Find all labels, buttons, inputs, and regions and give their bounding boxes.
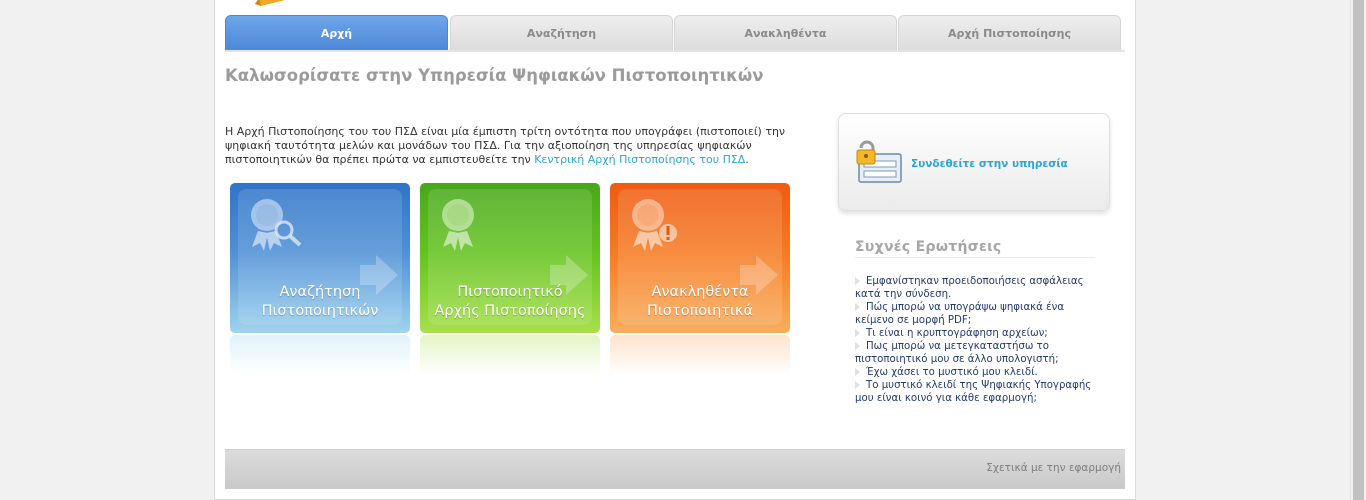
revoked-certificates-tile[interactable]: Ανακληθέντα Πιστοποιητικά	[610, 183, 790, 375]
faq-item-line-1: Εμφανίστηκαν προειδοποιήσεις ασφάλειας	[866, 276, 1084, 287]
tile-reflection	[610, 335, 790, 375]
tile-label-line-2: Αρχής Πιστοποίησης	[434, 303, 586, 319]
scrollbar-thumb[interactable]	[1353, 0, 1364, 500]
tile-reflection	[420, 335, 600, 375]
logo-icon	[255, 0, 285, 6]
tile-label: Πιστοποιητικό Αρχής Πιστοποίησης	[420, 283, 600, 321]
tile-label-line-1: Αναζήτηση	[279, 284, 361, 300]
tab-certification-authority[interactable]: Αρχή Πιστοποίησης	[898, 15, 1121, 51]
bullet-arrow-icon	[855, 368, 860, 376]
faq-divider	[855, 257, 1095, 258]
faq-item-line-2: μου είναι κοινό για κάθε εφαρμογή;	[855, 393, 1037, 404]
lock-form-icon	[856, 140, 902, 183]
faq-item[interactable]: Το μυστικό κλειδί της Ψηφιακής Υπογραφής…	[855, 379, 1099, 405]
faq-item[interactable]: Πώς μπορώ να υπογράψω ψηφιακά ένα κείμενο…	[855, 301, 1099, 327]
intro-end: .	[745, 153, 749, 166]
tab-divider	[225, 50, 1125, 52]
search-certificates-tile[interactable]: Αναζήτηση Πιστοποιητικών	[230, 183, 410, 375]
faq-title: Συχνές Ερωτήσεις	[855, 239, 1002, 255]
page-title: Καλωσορίσατε στην Υπηρεσία Ψηφιακών Πιστ…	[225, 66, 764, 85]
faq-item-line-2: κείμενο σε μορφή PDF;	[855, 315, 972, 326]
bullet-arrow-icon	[855, 342, 860, 350]
bullet-arrow-icon	[855, 303, 860, 311]
faq-item[interactable]: Τι είναι η κρυπτογράφηση αρχείων;	[855, 327, 1099, 340]
faq-item-line-1: Πως μπορώ να μετεγκαταστήσω το	[866, 341, 1050, 352]
tile-label-line-1: Πιστοποιητικό	[457, 284, 563, 300]
faq-item-line-1: Τι είναι η κρυπτογράφηση αρχείων;	[866, 328, 1048, 339]
ca-certificate-tile[interactable]: Πιστοποιητικό Αρχής Πιστοποίησης	[420, 183, 600, 375]
tile-reflection	[230, 335, 410, 375]
bullet-arrow-icon	[855, 329, 860, 337]
tile-label: Αναζήτηση Πιστοποιητικών	[230, 283, 410, 321]
intro-paragraph: Η Αρχή Πιστοποίησης του του ΠΣΔ είναι μί…	[225, 125, 825, 167]
scrollbar[interactable]	[1350, 0, 1366, 500]
bullet-arrow-icon	[855, 381, 860, 389]
faq-item[interactable]: Έχω χάσει το μυστικό μου κλειδί.	[855, 366, 1099, 379]
faq-item-line-1: Έχω χάσει το μυστικό μου κλειδί.	[866, 367, 1038, 378]
tile-label-line-1: Ανακληθέντα	[651, 284, 749, 300]
tile-label-line-2: Πιστοποιητικών	[261, 303, 379, 319]
tab-home[interactable]: Αρχή	[225, 15, 448, 51]
login-link[interactable]: Συνδεθείτε στην υπηρεσία	[911, 158, 1068, 170]
tile-label-line-2: Πιστοποιητικά	[646, 303, 754, 319]
bullet-arrow-icon	[855, 277, 860, 285]
about-app-link[interactable]: Σχετικά με την εφαρμογή	[986, 462, 1121, 474]
footer: Σχετικά με την εφαρμογή	[225, 449, 1125, 489]
faq-item-line-2: κατά την σύνδεση.	[855, 289, 952, 300]
faq-item[interactable]: Πως μπορώ να μετεγκαταστήσω το πιστοποιητ…	[855, 340, 1099, 366]
faq-list: Εμφανίστηκαν προειδοποιήσεις ασφάλειας κα…	[855, 275, 1099, 405]
faq-item-line-1: Το μυστικό κλειδί της Ψηφιακής Υπογραφής	[866, 380, 1092, 391]
faq-item[interactable]: Εμφανίστηκαν προειδοποιήσεις ασφάλειας κα…	[855, 275, 1099, 301]
login-box: Συνδεθείτε στην υπηρεσία	[838, 113, 1110, 211]
tile-label: Ανακληθέντα Πιστοποιητικά	[610, 283, 790, 321]
faq-item-line-2: πιστοποιητικό μου σε άλλο υπολογιστή;	[855, 354, 1059, 365]
page-container: Αρχή Αναζήτηση Ανακληθέντα Αρχή Πιστοποί…	[214, 0, 1136, 500]
central-ca-link[interactable]: Κεντρική Αρχή Πιστοποίησης του ΠΣΔ	[534, 153, 745, 166]
tab-revoked[interactable]: Ανακληθέντα	[674, 15, 897, 51]
tab-search[interactable]: Αναζήτηση	[450, 15, 673, 51]
main-tabs: Αρχή Αναζήτηση Ανακληθέντα Αρχή Πιστοποί…	[225, 15, 1125, 51]
faq-item-line-1: Πώς μπορώ να υπογράψω ψηφιακά ένα	[866, 302, 1065, 313]
